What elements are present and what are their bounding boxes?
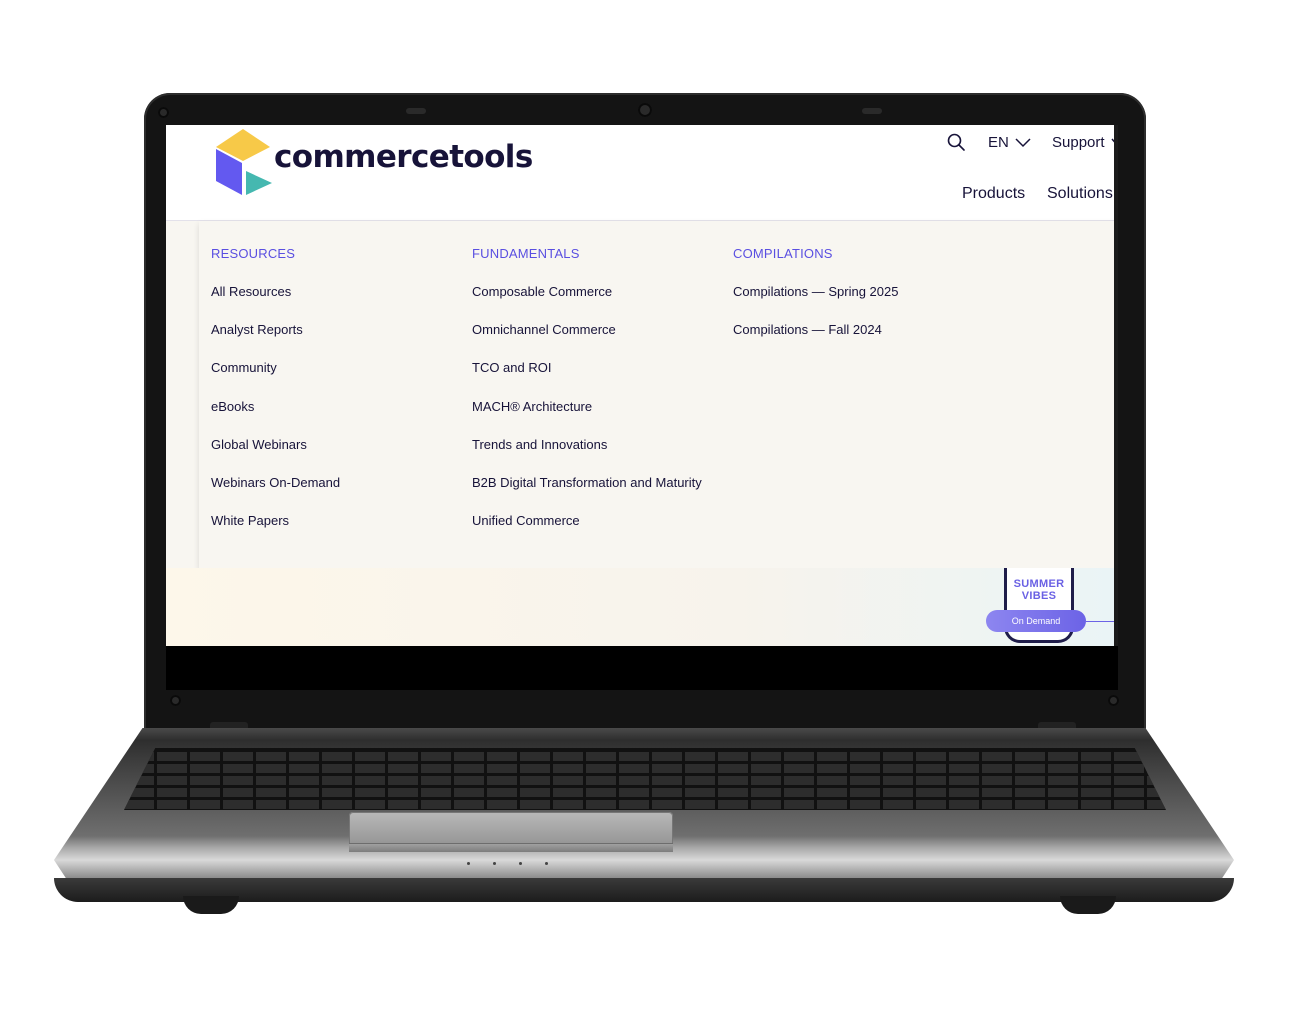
nav-products[interactable]: Products (962, 185, 1025, 203)
menu-column-compilations: COMPILATIONS Compilations — Spring 2025 … (733, 246, 898, 360)
language-label: EN (988, 134, 1009, 151)
menu-item-compilations-spring-2025[interactable]: Compilations — Spring 2025 (733, 284, 898, 299)
menu-item-omnichannel-commerce[interactable]: Omnichannel Commerce (472, 322, 702, 337)
menu-item-all-resources[interactable]: All Resources (211, 284, 340, 299)
menu-item-webinars-on-demand[interactable]: Webinars On-Demand (211, 475, 340, 490)
column-title: FUNDAMENTALS (472, 246, 580, 261)
promo-title: SUMMER VIBES (1004, 578, 1074, 602)
menu-item-trends-innovations[interactable]: Trends and Innovations (472, 437, 702, 452)
resources-mega-menu: RESOURCES All Resources Analyst Reports … (199, 221, 1118, 568)
website: commercetools EN Support Products Soluti… (166, 125, 1118, 646)
menu-item-tco-roi[interactable]: TCO and ROI (472, 360, 702, 375)
support-menu[interactable]: Support (1052, 134, 1118, 151)
promo-title-line: SUMMER (1013, 578, 1065, 590)
status-led (467, 862, 470, 865)
menu-item-community[interactable]: Community (211, 360, 340, 375)
menu-item-composable-commerce[interactable]: Composable Commerce (472, 284, 702, 299)
status-led (493, 862, 496, 865)
lid-vent (862, 108, 882, 114)
menu-item-compilations-fall-2024[interactable]: Compilations — Fall 2024 (733, 322, 898, 337)
menu-column-fundamentals: FUNDAMENTALS Composable Commerce Omnicha… (472, 246, 702, 551)
menu-item-global-webinars[interactable]: Global Webinars (211, 437, 340, 452)
logo-cube-icon[interactable] (212, 127, 274, 197)
lid-screw (170, 695, 181, 706)
keyboard-row (124, 788, 1166, 797)
keyboard-row (124, 800, 1166, 809)
webcam (638, 103, 652, 117)
scrollbar[interactable] (1114, 125, 1118, 646)
touchpad (349, 812, 673, 852)
laptop-foot (1060, 896, 1116, 914)
nav-solutions[interactable]: Solutions (1047, 185, 1113, 203)
brand-name[interactable]: commercetools (274, 139, 533, 175)
menu-item-unified-commerce[interactable]: Unified Commerce (472, 513, 702, 528)
site-header: commercetools EN Support Products Soluti… (166, 125, 1118, 221)
keyboard (124, 748, 1166, 810)
keyboard-row (124, 752, 1166, 761)
laptop-screen: commercetools EN Support Products Soluti… (166, 125, 1118, 690)
menu-item-white-papers[interactable]: White Papers (211, 513, 340, 528)
promo-title-line: VIBES (1021, 590, 1057, 602)
lid-screw (158, 107, 169, 118)
menu-column-resources: RESOURCES All Resources Analyst Reports … (211, 246, 340, 551)
column-title: COMPILATIONS (733, 246, 833, 261)
on-demand-button[interactable]: On Demand (986, 610, 1086, 632)
support-label: Support (1052, 134, 1105, 151)
hero-background (166, 568, 1118, 646)
search-icon[interactable] (946, 132, 966, 152)
chevron-down-icon (1015, 137, 1031, 147)
menu-item-ebooks[interactable]: eBooks (211, 399, 340, 414)
column-title: RESOURCES (211, 246, 296, 261)
keyboard-row (124, 764, 1166, 773)
menu-item-analyst-reports[interactable]: Analyst Reports (211, 322, 340, 337)
menu-item-mach-architecture[interactable]: MACH® Architecture (472, 399, 702, 414)
language-selector[interactable]: EN (988, 134, 1031, 151)
status-led (545, 862, 548, 865)
status-led (519, 862, 522, 865)
menu-item-b2b-digital-transformation[interactable]: B2B Digital Transformation and Maturity (472, 475, 702, 490)
laptop-foot (183, 896, 239, 914)
lid-screw (1108, 695, 1119, 706)
keyboard-row (124, 776, 1166, 785)
lid-vent (406, 108, 426, 114)
